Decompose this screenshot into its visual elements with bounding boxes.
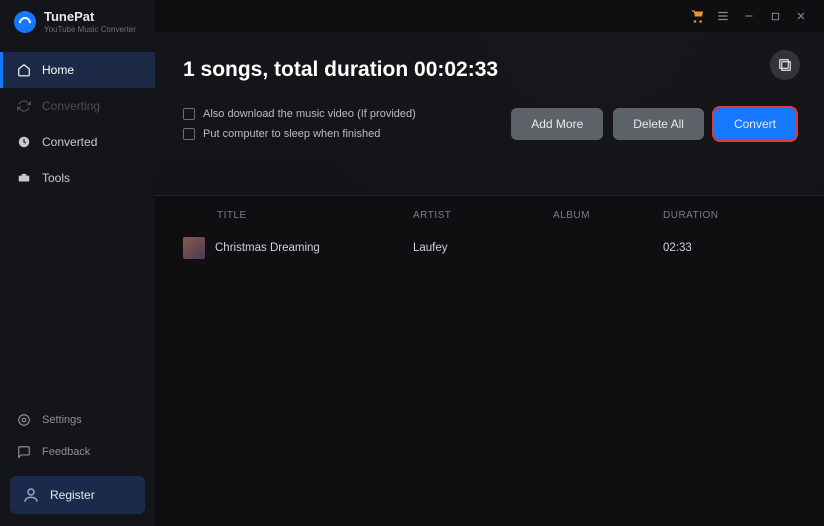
queue-icon[interactable] xyxy=(770,50,800,80)
table-header: TITLE ARTIST ALBUM DURATION xyxy=(155,196,824,231)
track-artist: Laufey xyxy=(413,242,553,254)
app-name: TunePat xyxy=(44,10,136,23)
col-title: TITLE xyxy=(183,210,413,221)
table-row[interactable]: Christmas Dreaming Laufey 02:33 xyxy=(155,231,824,265)
user-icon xyxy=(22,486,40,504)
col-album: ALBUM xyxy=(553,210,663,221)
app-subtitle: YouTube Music Converter xyxy=(44,25,136,34)
maximize-button[interactable] xyxy=(766,7,784,25)
sidebar-item-label: Converted xyxy=(42,135,97,149)
feedback-icon xyxy=(16,444,32,460)
app-logo: TunePat YouTube Music Converter xyxy=(0,0,155,42)
sidebar-item-label: Feedback xyxy=(42,446,90,458)
col-duration: DURATION xyxy=(663,210,743,221)
sidebar-item-label: Converting xyxy=(42,99,100,113)
logo-icon xyxy=(14,11,36,33)
titlebar xyxy=(155,0,824,32)
converting-icon xyxy=(16,98,32,114)
track-thumbnail xyxy=(183,237,205,259)
add-more-button[interactable]: Add More xyxy=(511,108,603,140)
tools-icon xyxy=(16,170,32,186)
sidebar-item-label: Tools xyxy=(42,171,70,185)
sidebar-item-feedback[interactable]: Feedback xyxy=(0,436,155,468)
register-label: Register xyxy=(50,488,95,502)
checkbox-icon xyxy=(183,128,195,140)
sidebar-item-converting[interactable]: Converting xyxy=(0,88,155,124)
sidebar-item-label: Settings xyxy=(42,414,82,426)
checkbox-icon xyxy=(183,108,195,120)
sidebar-item-settings[interactable]: Settings xyxy=(0,404,155,436)
sidebar-item-tools[interactable]: Tools xyxy=(0,160,155,196)
converted-icon xyxy=(16,134,32,150)
track-title: Christmas Dreaming xyxy=(215,242,320,254)
checkbox-label: Also download the music video (If provid… xyxy=(203,108,416,120)
page-title: 1 songs, total duration 00:02:33 xyxy=(183,32,796,82)
convert-button[interactable]: Convert xyxy=(714,108,796,140)
home-icon xyxy=(16,62,32,78)
checkbox-sleep[interactable]: Put computer to sleep when finished xyxy=(183,128,416,140)
cart-icon[interactable] xyxy=(688,7,706,25)
gear-icon xyxy=(16,412,32,428)
minimize-button[interactable] xyxy=(740,7,758,25)
sidebar-item-home[interactable]: Home xyxy=(0,52,155,88)
checkbox-download-video[interactable]: Also download the music video (If provid… xyxy=(183,108,416,120)
col-artist: ARTIST xyxy=(413,210,553,221)
delete-all-button[interactable]: Delete All xyxy=(613,108,704,140)
close-button[interactable] xyxy=(792,7,810,25)
menu-icon[interactable] xyxy=(714,7,732,25)
sidebar-item-converted[interactable]: Converted xyxy=(0,124,155,160)
checkbox-label: Put computer to sleep when finished xyxy=(203,128,380,140)
register-button[interactable]: Register xyxy=(10,476,145,514)
sidebar-item-label: Home xyxy=(42,63,74,77)
track-duration: 02:33 xyxy=(663,242,743,254)
